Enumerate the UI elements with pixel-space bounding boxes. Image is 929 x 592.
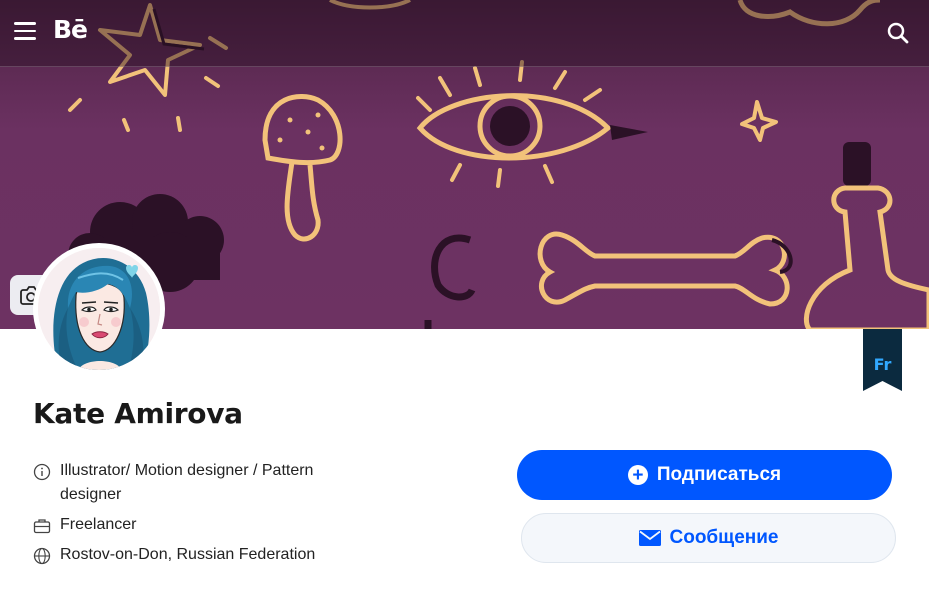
envelope-icon	[638, 530, 661, 546]
globe-icon	[33, 547, 51, 565]
info-icon	[33, 463, 51, 481]
plus-circle-icon: +	[627, 465, 648, 485]
briefcase-icon	[33, 519, 51, 534]
follow-button[interactable]: + Подписаться	[517, 450, 892, 500]
message-button-label: Сообщение	[669, 527, 779, 548]
fresco-badge[interactable]: Fr	[863, 329, 902, 391]
message-button[interactable]: Сообщение	[521, 513, 896, 563]
search-icon[interactable]	[886, 21, 910, 45]
top-navigation-bar: Bē	[0, 0, 929, 67]
follow-button-label: Подписаться	[656, 464, 782, 485]
hamburger-menu-icon[interactable]	[14, 22, 36, 42]
company-text: Freelancer	[60, 516, 137, 533]
profile-name: Kate Amirova	[33, 397, 243, 430]
occupation-row: Illustrator/ Motion designer / Pattern d…	[33, 459, 360, 507]
location-text: Rostov-on-Don, Russian Federation	[60, 546, 316, 563]
company-row: Freelancer	[33, 513, 360, 537]
avatar-illustration	[38, 248, 160, 370]
behance-logo[interactable]: Bē	[53, 15, 88, 44]
location-row: Rostov-on-Don, Russian Federation	[33, 543, 360, 567]
fresco-badge-label: Fr	[873, 355, 892, 374]
avatar[interactable]	[33, 243, 165, 375]
occupation-text: Illustrator/ Motion designer / Pattern d…	[60, 462, 314, 503]
